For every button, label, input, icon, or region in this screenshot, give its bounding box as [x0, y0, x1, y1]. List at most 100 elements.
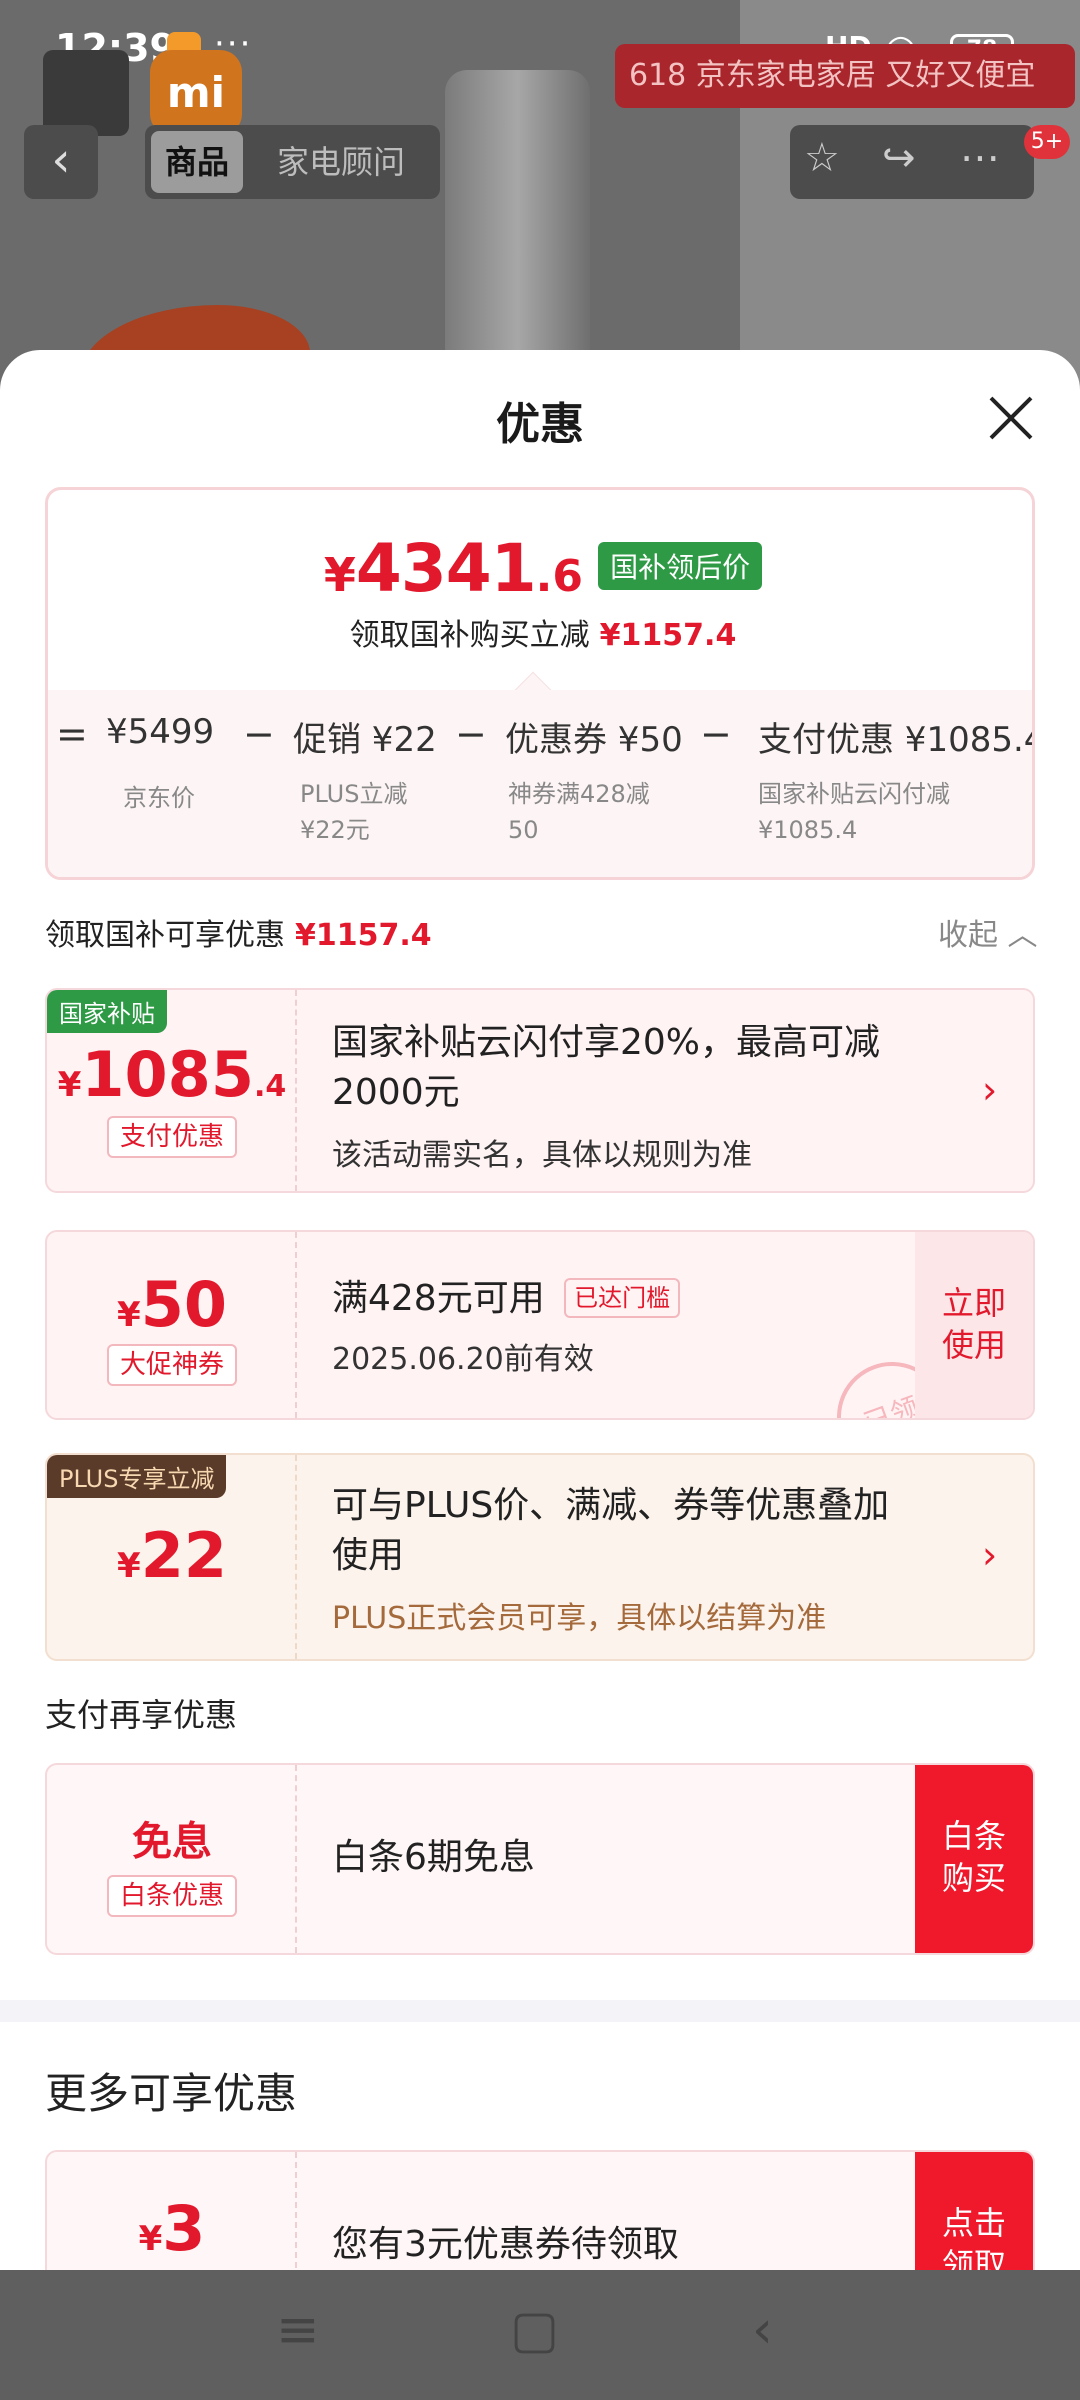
close-icon[interactable]	[983, 390, 1039, 446]
pay-discount-value: 支付优惠 ¥1085.4	[758, 720, 1035, 760]
jd-price-value: ¥5499	[106, 712, 215, 752]
share-icon[interactable]: ↪	[882, 135, 916, 181]
subsidy-corner-tag: 国家补贴	[47, 990, 167, 1033]
baitiao-buy-button[interactable]: 白条 购买	[915, 1765, 1033, 1953]
minus-sign: −	[243, 712, 275, 756]
offers-sheet: 优惠 ¥4341.6 国补领后价 领取国补购买立减 ¥1157.4 = ¥5499…	[0, 350, 1080, 2270]
coupon-label: 神券满428减	[508, 780, 650, 808]
subtext-amount: ¥1157.4	[599, 618, 737, 653]
offer-amount-panel: 免息 白条优惠	[47, 1765, 297, 1953]
action-line-1: 白条	[941, 1817, 1006, 1855]
chevron-right-icon: ›	[982, 1068, 998, 1112]
description-line-1: 国家补贴云闪付享20%，最高可减	[332, 1022, 881, 1063]
equals-sign: =	[56, 712, 88, 756]
minus-sign: −	[455, 712, 487, 756]
offer-amount: ¥50	[47, 1268, 297, 1341]
coupon-value: 优惠券 ¥50	[505, 720, 683, 760]
product-tabs: 商品 家电顾问	[145, 125, 440, 199]
threshold-met-tag: 已达门槛	[564, 1278, 681, 1318]
section-separator	[0, 2000, 1080, 2022]
extra-coupon-card: ¥3 您有3元优惠券待领取 点击 领取	[45, 2150, 1035, 2270]
price-currency: ¥	[323, 548, 356, 602]
action-line-1: 立即	[941, 1284, 1006, 1322]
description-line-2: 2000元	[332, 1072, 460, 1113]
collapse-button[interactable]: 收起 ︿	[938, 910, 1038, 954]
back-button[interactable]: ‹	[24, 125, 98, 199]
home-icon[interactable]: ▢	[510, 2300, 559, 2360]
final-price: ¥4341.6 国补领后价	[48, 530, 1032, 607]
offer-type-pill: 支付优惠	[107, 1116, 237, 1158]
description-line-1: 可与PLUS价、满减、券等优惠叠加	[332, 1485, 890, 1526]
offer-type-pill: 大促神券	[107, 1344, 237, 1386]
price-summary-card: ¥4341.6 国补领后价 领取国补购买立减 ¥1157.4 = ¥5499 京东…	[45, 487, 1035, 880]
xiaomi-logo: mi	[150, 50, 242, 136]
tab-product[interactable]: 商品	[151, 131, 244, 193]
offer-amount: ¥3	[47, 2192, 297, 2265]
offer-amount-panel: ¥3	[47, 2152, 297, 2270]
pay-discount-label: 国家补贴云闪付减	[758, 780, 950, 808]
price-decimal: .6	[535, 551, 583, 602]
sheet-title: 优惠	[496, 399, 584, 450]
action-line-2: 购买	[941, 1859, 1006, 1897]
description-line-2: 使用	[332, 1535, 405, 1576]
offer-description: 可与PLUS价、满减、券等优惠叠加 使用	[332, 1481, 889, 1581]
chevron-up-icon: ︿	[1007, 918, 1038, 953]
plus-corner-tag: PLUS专享立减	[47, 1455, 227, 1498]
amount-integer: 1085	[81, 1038, 254, 1111]
amount-currency: ¥	[138, 2219, 163, 2259]
amount-integer: 3	[162, 2192, 206, 2265]
promo-label-amount: ¥22元	[300, 816, 370, 844]
subsidy-price-tag: 国补领后价	[598, 542, 763, 590]
section-title-label: 领取国补可享优惠	[45, 918, 285, 953]
tab-advisor[interactable]: 家电顾问	[263, 131, 419, 193]
offer-amount: ¥22	[47, 1519, 297, 1592]
offer-amount: ¥1085.4	[47, 1038, 297, 1111]
use-now-button[interactable]: 立即 使用	[915, 1232, 1033, 1418]
section-title-amount: ¥1157.4	[295, 918, 432, 953]
offer-description: 国家补贴云闪付享20%，最高可减 2000元	[332, 1018, 880, 1118]
subtext-label: 领取国补购买立减	[349, 618, 590, 653]
more-icon[interactable]: ⋯	[960, 135, 1000, 181]
mijia-logo	[43, 50, 129, 136]
price-subtext: 领取国补购买立减 ¥1157.4	[48, 610, 1032, 654]
action-line-1: 点击	[941, 2204, 1006, 2242]
promo-label: PLUS立减	[300, 780, 408, 808]
message-badge: 5+	[1024, 125, 1070, 159]
amount-currency: ¥	[117, 1546, 141, 1586]
amount-integer: 50	[140, 1268, 227, 1341]
interest-free-label: 免息	[132, 1819, 212, 1865]
subsidy-offer-card[interactable]: ¥1085.4 支付优惠 国家补贴 国家补贴云闪付享20%，最高可减 2000元…	[45, 988, 1035, 1193]
offer-expiry: 2025.06.20前有效	[332, 1342, 594, 1377]
product-nav-bar: ‹ 商品 家电顾问 ☆ ↪ ⋯ 5+	[0, 125, 1080, 200]
collapse-label: 收起	[938, 918, 998, 953]
payment-offers-title: 支付再享优惠	[45, 1696, 238, 1734]
more-offers-title: 更多可享优惠	[45, 2069, 298, 2118]
extra-coupon-description: 您有3元优惠券待领取	[332, 2224, 679, 2265]
baitiao-description: 白条6期免息	[332, 1837, 535, 1878]
action-line-2: 领取	[941, 2246, 1006, 2270]
price-integer: 4341	[355, 530, 537, 607]
system-nav-bar: ≡ ▢ ‹	[0, 2270, 1080, 2400]
minus-sign: −	[700, 712, 732, 756]
promo-banner[interactable]: 618 京东家电家居 又好又便宜	[615, 44, 1075, 108]
baitiao-offer-card: 免息 白条优惠 白条6期免息 白条 购买	[45, 1763, 1035, 1955]
back-icon[interactable]: ‹	[752, 2300, 773, 2360]
description-line-1: 满428元可用	[332, 1278, 545, 1319]
star-icon[interactable]: ☆	[804, 135, 840, 181]
section-title: 领取国补可享优惠 ¥1157.4	[45, 910, 432, 954]
offer-amount-panel: ¥50 大促神券	[47, 1232, 297, 1418]
offer-type-pill: 白条优惠	[107, 1875, 237, 1917]
menu-icon[interactable]: ≡	[276, 2300, 320, 2360]
price-breakdown: = ¥5499 京东价 − 促销 ¥22 PLUS立减 ¥22元 − 优惠券 ¥…	[48, 690, 1035, 877]
amount-decimal: .4	[253, 1069, 287, 1104]
promo-value: 促销 ¥22	[293, 720, 437, 760]
plus-offer-card[interactable]: ¥22 PLUS专享立减 可与PLUS价、满减、券等优惠叠加 使用 PLUS正式…	[45, 1453, 1035, 1661]
nav-tools: ☆ ↪ ⋯	[790, 125, 1034, 199]
pay-discount-label-amount: ¥1085.4	[758, 816, 858, 844]
amount-currency: ¥	[57, 1065, 82, 1105]
chevron-right-icon: ›	[982, 1533, 998, 1577]
amount-integer: 22	[140, 1519, 227, 1592]
claim-coupon-button[interactable]: 点击 领取	[915, 2152, 1033, 2270]
offer-note: PLUS正式会员可享，具体以结算为准	[332, 1601, 827, 1636]
offer-note: 该活动需实名，具体以规则为准	[332, 1138, 752, 1173]
